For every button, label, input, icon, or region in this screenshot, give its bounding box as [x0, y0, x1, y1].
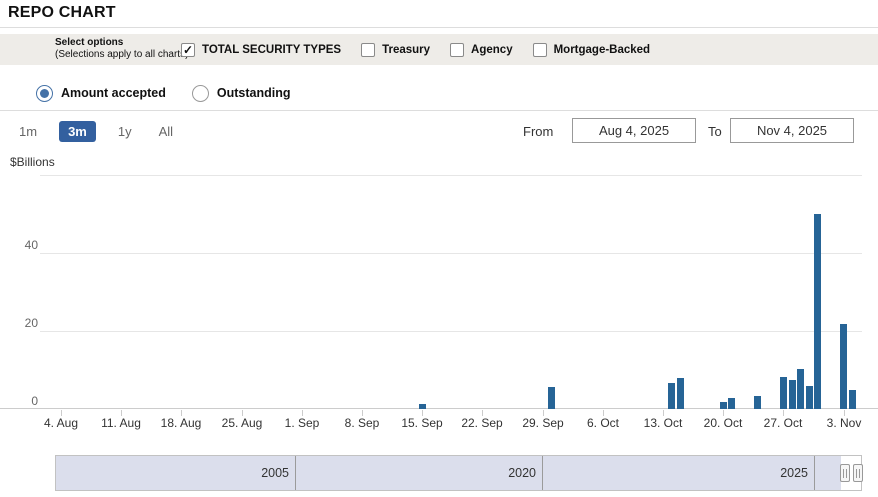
checkbox-label: Mortgage-Backed [554, 44, 651, 56]
select-options-line1: Select options [55, 37, 188, 49]
bar[interactable] [677, 378, 684, 409]
x-tick-label: 1. Sep [285, 416, 320, 430]
navigator-handle-right[interactable] [853, 464, 863, 482]
checkbox-agency[interactable]: Agency [450, 43, 513, 57]
x-tick-label: 8. Sep [345, 416, 380, 430]
radio-label: Outstanding [217, 86, 291, 100]
checkbox-box[interactable] [450, 43, 464, 57]
bar[interactable] [814, 214, 821, 409]
checkbox-label: TOTAL SECURITY TYPES [202, 44, 341, 56]
range-button-3m[interactable]: 3m [59, 121, 96, 142]
x-tick-label: 11. Aug [101, 416, 141, 430]
x-tick-label: 20. Oct [704, 416, 743, 430]
bar[interactable] [840, 324, 847, 409]
radio-outstanding[interactable]: Outstanding [192, 85, 291, 102]
radio-dot [40, 89, 49, 98]
bar[interactable] [849, 390, 856, 409]
bar[interactable] [789, 380, 796, 409]
x-tick-label: 22. Sep [461, 416, 502, 430]
security-type-checkbox-row: ✓ TOTAL SECURITY TYPES Treasury Agency Mortg… [181, 34, 650, 65]
bar-chart-plot-area: 40 20 0 [0, 175, 878, 409]
from-date-input[interactable] [572, 118, 696, 143]
x-tick-label: 3. Nov [827, 416, 862, 430]
checkbox-mortgage-backed[interactable]: Mortgage-Backed [533, 43, 651, 57]
bar[interactable] [754, 396, 761, 409]
from-label: From [523, 124, 553, 139]
navigator-mask[interactable] [56, 456, 841, 490]
to-date-input[interactable] [730, 118, 854, 143]
y-axis-title: $Billions [10, 155, 55, 169]
navigator-year-divider [814, 456, 815, 490]
navigator-year-divider [295, 456, 296, 490]
bar[interactable] [668, 383, 675, 409]
range-button-row: 1m 3m 1y All [14, 119, 178, 144]
navigator-year-divider [542, 456, 543, 490]
bar[interactable] [780, 377, 787, 409]
handle-grip [856, 469, 857, 478]
repo-chart-page: REPO CHART Select options (Selections ap… [0, 0, 878, 497]
navigator-handle-left[interactable] [840, 464, 850, 482]
bar[interactable] [728, 398, 735, 409]
x-tick-label: 4. Aug [44, 416, 78, 430]
gridline-20 [40, 331, 862, 332]
series-toggle-row: Amount accepted Outstanding [36, 81, 291, 105]
x-tick-label: 29. Sep [522, 416, 563, 430]
x-tick-label: 25. Aug [222, 416, 263, 430]
range-button-all[interactable]: All [154, 121, 178, 142]
checkbox-box[interactable]: ✓ [181, 43, 195, 57]
x-tick-label: 18. Aug [161, 416, 202, 430]
select-options-line2: (Selections apply to all charts) [55, 49, 188, 61]
bar[interactable] [806, 386, 813, 409]
y-tick-label: 0 [8, 394, 38, 408]
checkbox-box[interactable] [361, 43, 375, 57]
radio-amount-accepted[interactable]: Amount accepted [36, 85, 166, 102]
navigator-year-label: 2020 [476, 456, 536, 490]
x-tick-label: 15. Sep [401, 416, 442, 430]
timeline-navigator: 2005 2020 2025 [55, 455, 862, 491]
navigator-year-label: 2005 [229, 456, 289, 490]
handle-grip [859, 469, 860, 478]
gridline-60 [40, 175, 862, 176]
checkbox-label: Treasury [382, 44, 430, 56]
y-tick-label: 40 [8, 238, 38, 252]
bar[interactable] [720, 402, 727, 409]
range-button-1m[interactable]: 1m [14, 121, 42, 142]
radio-circle[interactable] [36, 85, 53, 102]
checkbox-box[interactable] [533, 43, 547, 57]
bar[interactable] [419, 404, 426, 409]
x-tick-label: 27. Oct [764, 416, 803, 430]
bar[interactable] [797, 369, 804, 409]
to-label: To [708, 124, 722, 139]
page-title: REPO CHART [8, 4, 116, 22]
checkbox-label: Agency [471, 44, 513, 56]
checkbox-total-security-types[interactable]: ✓ TOTAL SECURITY TYPES [181, 43, 341, 57]
divider [0, 110, 878, 111]
divider [0, 27, 878, 28]
options-bar: Select options (Selections apply to all … [0, 34, 878, 65]
y-tick-label: 20 [8, 316, 38, 330]
x-tick-label: 6. Oct [587, 416, 619, 430]
radio-label: Amount accepted [61, 86, 166, 100]
x-tick-label: 13. Oct [644, 416, 683, 430]
checkbox-treasury[interactable]: Treasury [361, 43, 430, 57]
handle-grip [843, 469, 844, 478]
bar[interactable] [548, 387, 555, 409]
range-button-1y[interactable]: 1y [113, 121, 137, 142]
navigator-year-label: 2025 [748, 456, 808, 490]
x-axis-labels: 4. Aug 11. Aug 18. Aug 25. Aug 1. Sep 8. Sep 1… [0, 416, 878, 432]
select-options-label: Select options (Selections apply to all … [55, 37, 188, 61]
gridline-40 [40, 253, 862, 254]
radio-circle[interactable] [192, 85, 209, 102]
handle-grip [846, 469, 847, 478]
